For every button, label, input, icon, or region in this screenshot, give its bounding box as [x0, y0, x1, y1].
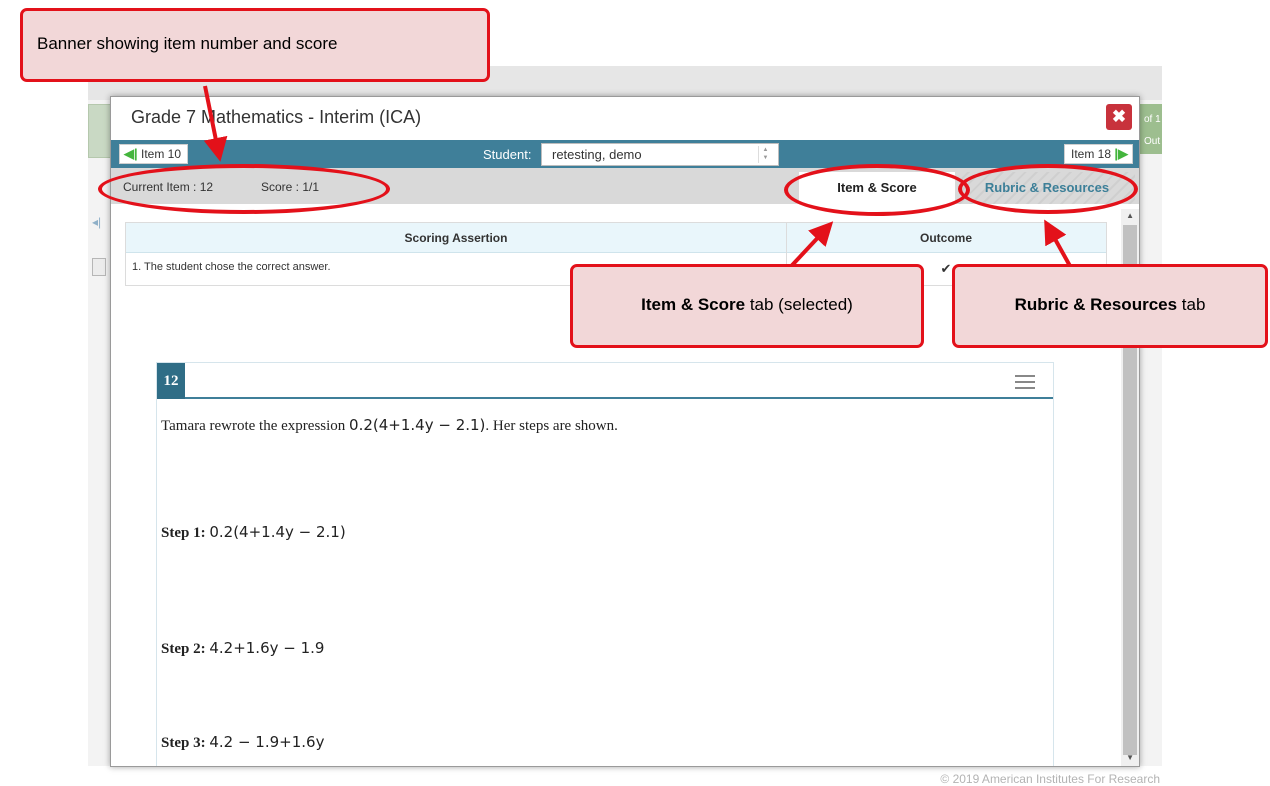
- assertion-cell: 1. The student chose the correct answer.: [132, 261, 331, 273]
- rubric-callout-text: tab: [1177, 295, 1206, 314]
- background-score-text: of 1: [1144, 114, 1161, 125]
- item-content: 12 Tamara rewrote the expression 0.2(4+1…: [156, 362, 1054, 766]
- double-right-arrow-icon: |▶: [1114, 146, 1128, 161]
- previous-item-label: Item 10: [140, 147, 182, 161]
- step-1-expression: 0.2(4+1.4y − 2.1): [209, 523, 346, 541]
- scroll-up-icon[interactable]: ▲: [1126, 211, 1134, 220]
- item-number: 12: [157, 363, 185, 399]
- item-score-callout-bold: Item & Score: [641, 295, 746, 314]
- item-header: 12: [157, 363, 1053, 399]
- step-3-expression: 4.2 − 1.9+1.6y: [209, 733, 325, 751]
- step-2-label: Step 2:: [161, 641, 206, 657]
- header-outcome: Outcome: [919, 231, 972, 245]
- step-2: Step 2: 4.2+1.6y − 1.9: [161, 639, 324, 658]
- step-3: Step 3: 4.2 − 1.9+1.6y: [161, 733, 324, 752]
- background-nav-arrow-icon: ◂|: [92, 215, 102, 229]
- next-item-button[interactable]: Item 18 |▶: [1063, 144, 1133, 164]
- item-score-callout-text: tab (selected): [745, 295, 853, 314]
- question-text: Tamara rewrote the expression 0.2(4+1.4y…: [161, 416, 618, 435]
- rubric-callout-bold: Rubric & Resources: [1014, 295, 1178, 314]
- copyright-text: © 2019 American Institutes For Research: [940, 772, 1160, 786]
- select-spinner-icon[interactable]: ▲ ▼: [758, 146, 772, 163]
- student-select[interactable]: retesting, demo ▲ ▼: [541, 143, 779, 166]
- header-scoring-assertion: Scoring Assertion: [404, 231, 508, 245]
- next-item-label: Item 18: [1070, 147, 1112, 161]
- question-prefix: Tamara rewrote the expression: [161, 418, 350, 434]
- banner-highlight-ellipse: [98, 164, 390, 214]
- background-score-subtext: Out: [1144, 136, 1161, 147]
- background-clipboard-icon: [92, 258, 106, 276]
- item-score-highlight-ellipse: [784, 164, 970, 216]
- banner-callout: Banner showing item number and score: [20, 8, 490, 82]
- step-3-label: Step 3:: [161, 735, 206, 751]
- student-label: Student:: [483, 147, 532, 162]
- step-2-expression: 4.2+1.6y − 1.9: [209, 639, 325, 657]
- step-1-label: Step 1:: [161, 525, 206, 541]
- rubric-highlight-ellipse: [958, 164, 1138, 214]
- double-left-arrow-icon: ◀|: [124, 146, 138, 161]
- modal-title: Grade 7 Mathematics - Interim (ICA): [131, 107, 422, 127]
- stage: of 1 Out ◂| © 2019 American Institutes F…: [0, 0, 1270, 786]
- rubric-callout: Rubric & Resources tab: [952, 264, 1268, 348]
- hamburger-menu-icon[interactable]: [1015, 375, 1035, 393]
- question-expression: 0.2(4+1.4y − 2.1): [349, 416, 486, 434]
- background-report-icon: [88, 104, 112, 158]
- close-button[interactable]: ✖: [1106, 104, 1132, 130]
- previous-item-button[interactable]: ◀| Item 10: [119, 144, 189, 164]
- student-select-value: retesting, demo: [552, 147, 642, 162]
- step-1: Step 1: 0.2(4+1.4y − 2.1): [161, 523, 346, 542]
- item-score-callout: Item & Score tab (selected): [570, 264, 924, 348]
- question-suffix: . Her steps are shown.: [485, 418, 618, 434]
- scroll-down-icon[interactable]: ▼: [1126, 753, 1134, 762]
